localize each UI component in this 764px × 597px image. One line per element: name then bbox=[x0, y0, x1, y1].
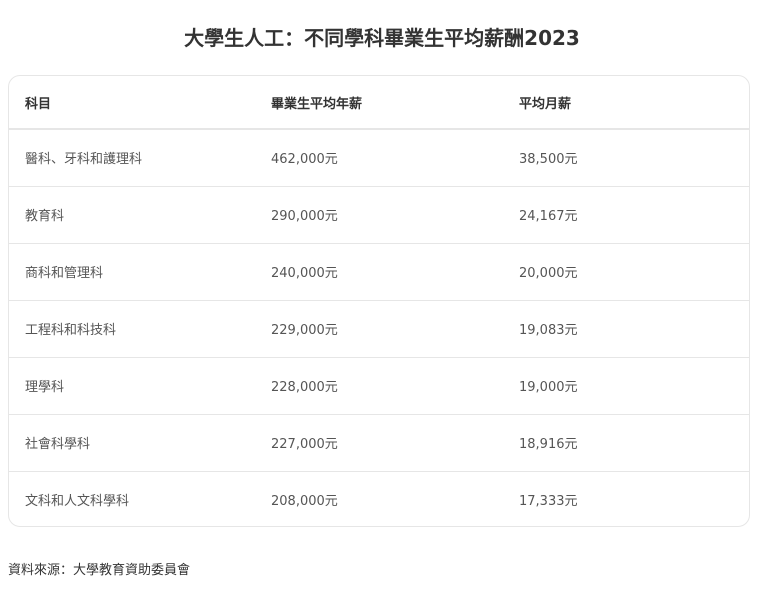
cell-monthly-salary: 38,500元 bbox=[503, 129, 749, 187]
table-row: 社會科學科 227,000元 18,916元 bbox=[9, 414, 749, 472]
cell-subject: 理學科 bbox=[9, 357, 255, 415]
table-header: 科目 畢業生平均年薪 平均月薪 bbox=[9, 76, 749, 130]
cell-annual-salary: 208,000元 bbox=[271, 494, 338, 510]
cell-subject: 教育科 bbox=[9, 186, 255, 244]
cell-annual-salary: 229,000元 bbox=[255, 300, 503, 358]
source-note: 資料來源：大學教育資助委員會 bbox=[8, 563, 191, 578]
page: 大學生人工：不同學科畢業生平均薪酬2023 科目 畢業生平均年薪 平均月薪 醫科… bbox=[0, 0, 764, 597]
salary-table: 科目 畢業生平均年薪 平均月薪 醫科、牙科和護理科 462,000元 38,500元… bbox=[9, 76, 749, 526]
table-row: 教育科 290,000元 24,167元 bbox=[9, 186, 749, 244]
table-row: 商科和管理科 240,000元 20,000元 bbox=[9, 243, 749, 301]
table-body: 醫科、牙科和護理科 462,000元 38,500元 教育科 290,000元 24,16… bbox=[9, 129, 749, 526]
header-monthly-salary: 平均月薪 bbox=[503, 76, 749, 130]
table-row: 理學科 228,000元 19,000元 bbox=[9, 357, 749, 415]
header-subject: 科目 bbox=[9, 76, 255, 130]
table-row: 文科和人文科學科 208,000元 17,333元 bbox=[9, 471, 749, 526]
cell-monthly-salary: 24,167元 bbox=[503, 186, 749, 244]
cell-monthly-salary: 19,000元 bbox=[503, 357, 749, 415]
cell-monthly-salary: 17,333元 bbox=[519, 494, 578, 510]
salary-table-card: 科目 畢業生平均年薪 平均月薪 醫科、牙科和護理科 462,000元 38,500元… bbox=[8, 75, 750, 527]
cell-annual-salary: 228,000元 bbox=[255, 357, 503, 415]
cell-monthly-salary: 19,083元 bbox=[503, 300, 749, 358]
cell-monthly-salary: 20,000元 bbox=[503, 243, 749, 301]
cell-subject: 文科和人文科學科 bbox=[25, 494, 130, 510]
cell-subject: 醫科、牙科和護理科 bbox=[9, 129, 255, 187]
table-row: 醫科、牙科和護理科 462,000元 38,500元 bbox=[9, 129, 749, 187]
header-annual-salary: 畢業生平均年薪 bbox=[255, 76, 503, 130]
cell-annual-salary: 462,000元 bbox=[255, 129, 503, 187]
header-row: 科目 畢業生平均年薪 平均月薪 bbox=[9, 76, 749, 130]
table-row: 工程科和科技科 229,000元 19,083元 bbox=[9, 300, 749, 358]
cell-annual-salary: 240,000元 bbox=[255, 243, 503, 301]
cell-subject: 商科和管理科 bbox=[9, 243, 255, 301]
cell-subject: 工程科和科技科 bbox=[9, 300, 255, 358]
cell-annual-salary: 227,000元 bbox=[255, 414, 503, 472]
cell-annual-salary: 290,000元 bbox=[255, 186, 503, 244]
cell-monthly-salary: 18,916元 bbox=[503, 414, 749, 472]
cell-subject: 社會科學科 bbox=[9, 414, 255, 472]
chart-title: 大學生人工：不同學科畢業生平均薪酬2023 bbox=[184, 26, 580, 50]
